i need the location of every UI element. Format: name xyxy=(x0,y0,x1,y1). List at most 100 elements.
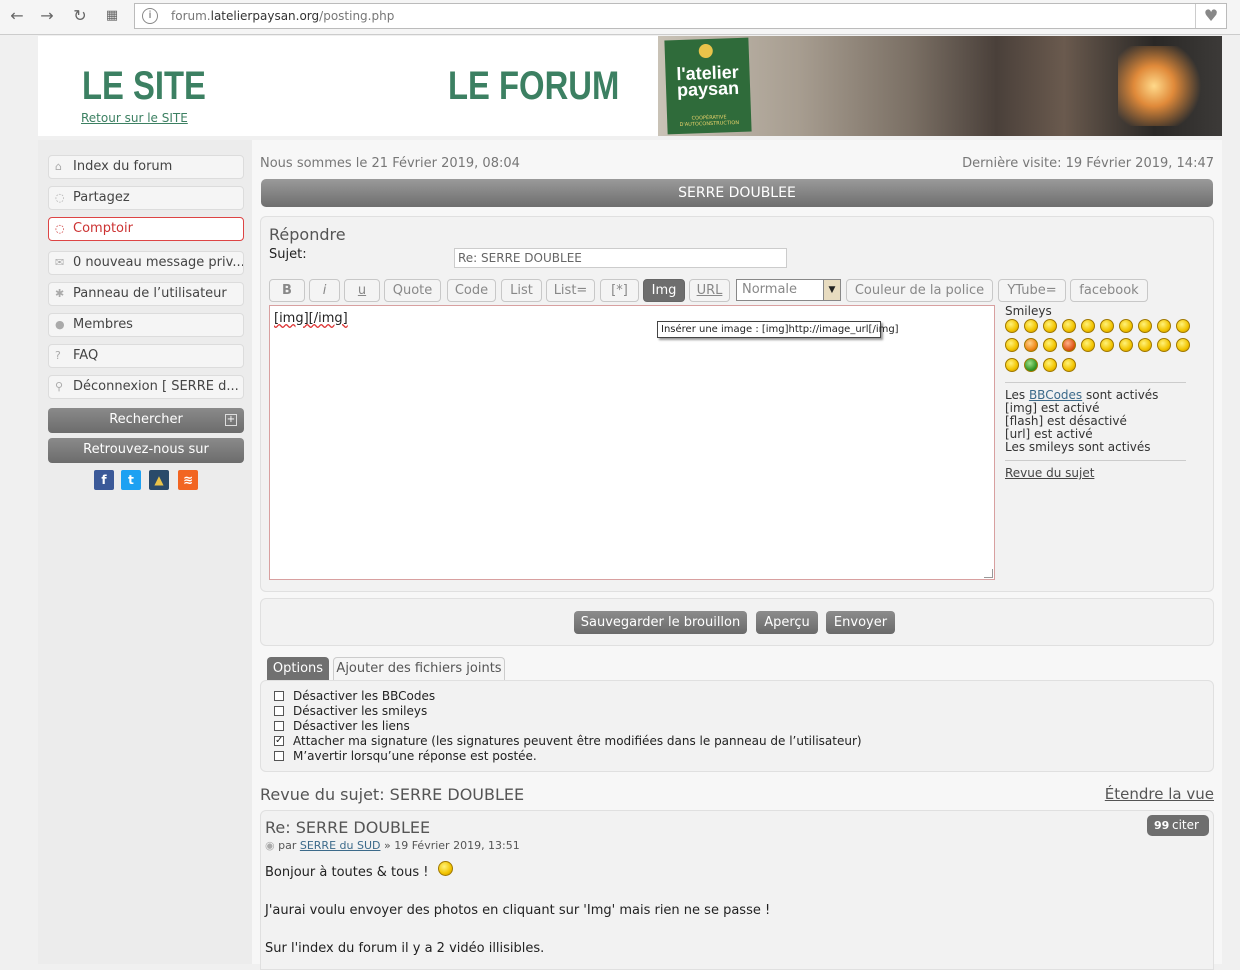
sidebar-item-label: FAQ xyxy=(73,348,99,363)
search-label: Rechercher xyxy=(109,412,183,427)
question-icon[interactable] xyxy=(1138,338,1152,352)
smiley-icon[interactable] xyxy=(1043,358,1057,372)
back-icon[interactable]: ← xyxy=(8,7,26,25)
save-draft-button[interactable]: Sauvegarder le brouillon xyxy=(574,611,747,634)
font-size-select[interactable]: Normale ▼ xyxy=(736,279,841,301)
facebook-button[interactable]: facebook xyxy=(1070,279,1148,302)
user-icon: ● xyxy=(55,318,65,331)
post-author-link[interactable]: SERRE du SUD xyxy=(300,839,381,852)
smiley-icon[interactable] xyxy=(1024,319,1038,333)
divider xyxy=(1005,460,1186,461)
underline-button[interactable]: u xyxy=(344,279,380,302)
sidebar-item-members[interactable]: ● Membres xyxy=(48,313,244,337)
quote-button[interactable]: Quote xyxy=(384,279,441,302)
sidebar-item-partagez[interactable]: ◌ Partagez xyxy=(48,186,244,210)
subject-input[interactable] xyxy=(454,248,787,268)
sidebar-item-forum-index[interactable]: ⌂ Index du forum xyxy=(48,155,244,179)
sidebar-item-faq[interactable]: ? FAQ xyxy=(48,344,244,368)
follow-us-button[interactable]: Retrouvez-nous sur xyxy=(48,438,244,463)
reload-icon[interactable]: ↻ xyxy=(71,7,89,25)
arrow-icon[interactable] xyxy=(1176,338,1190,352)
address-bar[interactable]: i forum.latelierpaysan.org/posting.php ♥ xyxy=(134,3,1227,29)
smiley-icon[interactable] xyxy=(1081,338,1095,352)
url-text[interactable]: forum.latelierpaysan.org/posting.php xyxy=(171,4,394,28)
dropdown-arrow-icon: ▼ xyxy=(823,280,840,300)
sidebar-item-logout[interactable]: ⚲ Déconnexion [ SERRE d... xyxy=(48,375,244,399)
twitter-icon[interactable]: t xyxy=(121,470,141,490)
exclamation-icon[interactable] xyxy=(1119,338,1133,352)
reply-heading: Répondre xyxy=(269,225,346,244)
checkbox-disable-links[interactable] xyxy=(274,721,284,731)
smiley-icon[interactable] xyxy=(1138,319,1152,333)
smiley-icon[interactable] xyxy=(1062,319,1076,333)
topic-title-bar: SERRE DOUBLEE xyxy=(261,179,1213,207)
list-item-button[interactable]: [*] xyxy=(600,279,639,302)
sidebar-item-comptoir[interactable]: ◌ Comptoir xyxy=(48,217,244,241)
italic-button[interactable]: i xyxy=(309,279,340,302)
forward-icon[interactable]: → xyxy=(38,7,56,25)
post-title: Re: SERRE DOUBLEE xyxy=(265,818,431,837)
preview-button[interactable]: Aperçu xyxy=(756,611,818,634)
img-button[interactable]: Img xyxy=(643,279,685,302)
sidebar-item-private-messages[interactable]: ✉ 0 nouveau message priv... xyxy=(48,251,244,275)
smiley-icon[interactable] xyxy=(1043,319,1057,333)
checkbox-disable-bbcode[interactable] xyxy=(274,691,284,701)
browser-toolbar: ← → ↻ ▦ i forum.latelierpaysan.org/posti… xyxy=(0,0,1240,35)
search-button[interactable]: Rechercher + xyxy=(48,408,244,433)
bold-button[interactable]: B xyxy=(269,279,305,302)
sidebar-item-label: Membres xyxy=(73,317,133,332)
sidebar-item-user-panel[interactable]: ✱ Panneau de l’utilisateur xyxy=(48,282,244,306)
smiley-icon[interactable] xyxy=(1043,338,1057,352)
url-domain: latelierpaysan.org xyxy=(210,9,320,23)
post-icon: ◉ xyxy=(265,839,275,852)
logo-small-icon[interactable]: ▲ xyxy=(149,470,169,490)
url-prefix: forum. xyxy=(171,9,211,23)
expand-view-link[interactable]: Étendre la vue xyxy=(1105,785,1214,803)
idea-icon[interactable] xyxy=(1157,338,1171,352)
list-button[interactable]: List xyxy=(501,279,542,302)
apps-grid-icon[interactable]: ▦ xyxy=(103,7,121,25)
code-button[interactable]: Code xyxy=(447,279,496,302)
ordered-list-button[interactable]: List= xyxy=(546,279,595,302)
smiley-icon[interactable] xyxy=(1062,358,1076,372)
smiley-icon[interactable] xyxy=(1005,319,1019,333)
topic-review-link[interactable]: Revue du sujet xyxy=(1005,467,1094,480)
facebook-icon[interactable]: f xyxy=(94,470,114,490)
resize-handle[interactable] xyxy=(984,569,993,578)
quote-reply-button[interactable]: 99 citer xyxy=(1147,815,1209,836)
sidebar-item-label: Déconnexion [ SERRE d... xyxy=(73,379,239,394)
rss-icon[interactable]: ≋ xyxy=(178,470,198,490)
smiley-icon[interactable] xyxy=(1005,338,1019,352)
checkbox-notify-reply[interactable] xyxy=(274,751,284,761)
smiley-icon[interactable] xyxy=(1081,319,1095,333)
url-path: /posting.php xyxy=(319,9,395,23)
bbcodes-link[interactable]: BBCodes xyxy=(1029,388,1082,402)
checkbox-disable-smileys[interactable] xyxy=(274,706,284,716)
youtube-button[interactable]: YTube= xyxy=(998,279,1066,302)
smiley-icon[interactable] xyxy=(1100,319,1114,333)
smiley-icon[interactable] xyxy=(1062,338,1076,352)
envelope-icon: ✉ xyxy=(55,256,65,269)
smiley-icon[interactable] xyxy=(1100,338,1114,352)
checkbox-label: Attacher ma signature (les signatures pe… xyxy=(293,734,862,748)
site-info-icon[interactable]: i xyxy=(142,8,158,24)
checkbox-attach-signature[interactable]: ✓ xyxy=(274,736,284,746)
font-color-button[interactable]: Couleur de la police xyxy=(846,279,993,302)
atelier-paysan-logo[interactable]: l'atelier paysan COOPÉRATIVE D'AUTOCONSTR… xyxy=(664,37,752,135)
smiley-icon[interactable] xyxy=(1005,358,1019,372)
sidebar-item-label: 0 nouveau message priv... xyxy=(73,255,244,270)
smiley-icon[interactable] xyxy=(1024,358,1038,372)
smiley-icon[interactable] xyxy=(1119,319,1133,333)
message-textarea[interactable]: [img][/img] xyxy=(269,305,995,580)
smiley-icon[interactable] xyxy=(1024,338,1038,352)
back-to-site-link[interactable]: Retour sur le SITE xyxy=(81,111,188,125)
url-button[interactable]: URL xyxy=(689,279,730,302)
bookmark-heart-icon[interactable]: ♥ xyxy=(1195,4,1226,28)
submit-button[interactable]: Envoyer xyxy=(826,611,895,634)
subject-label: Sujet: xyxy=(269,247,307,262)
tab-options[interactable]: Options xyxy=(267,657,329,680)
smiley-icon[interactable] xyxy=(1157,319,1171,333)
smiley-icon[interactable] xyxy=(1176,319,1190,333)
tab-attachments[interactable]: Ajouter des fichiers joints xyxy=(333,657,505,680)
bbcode-suffix: sont activés xyxy=(1082,388,1159,402)
